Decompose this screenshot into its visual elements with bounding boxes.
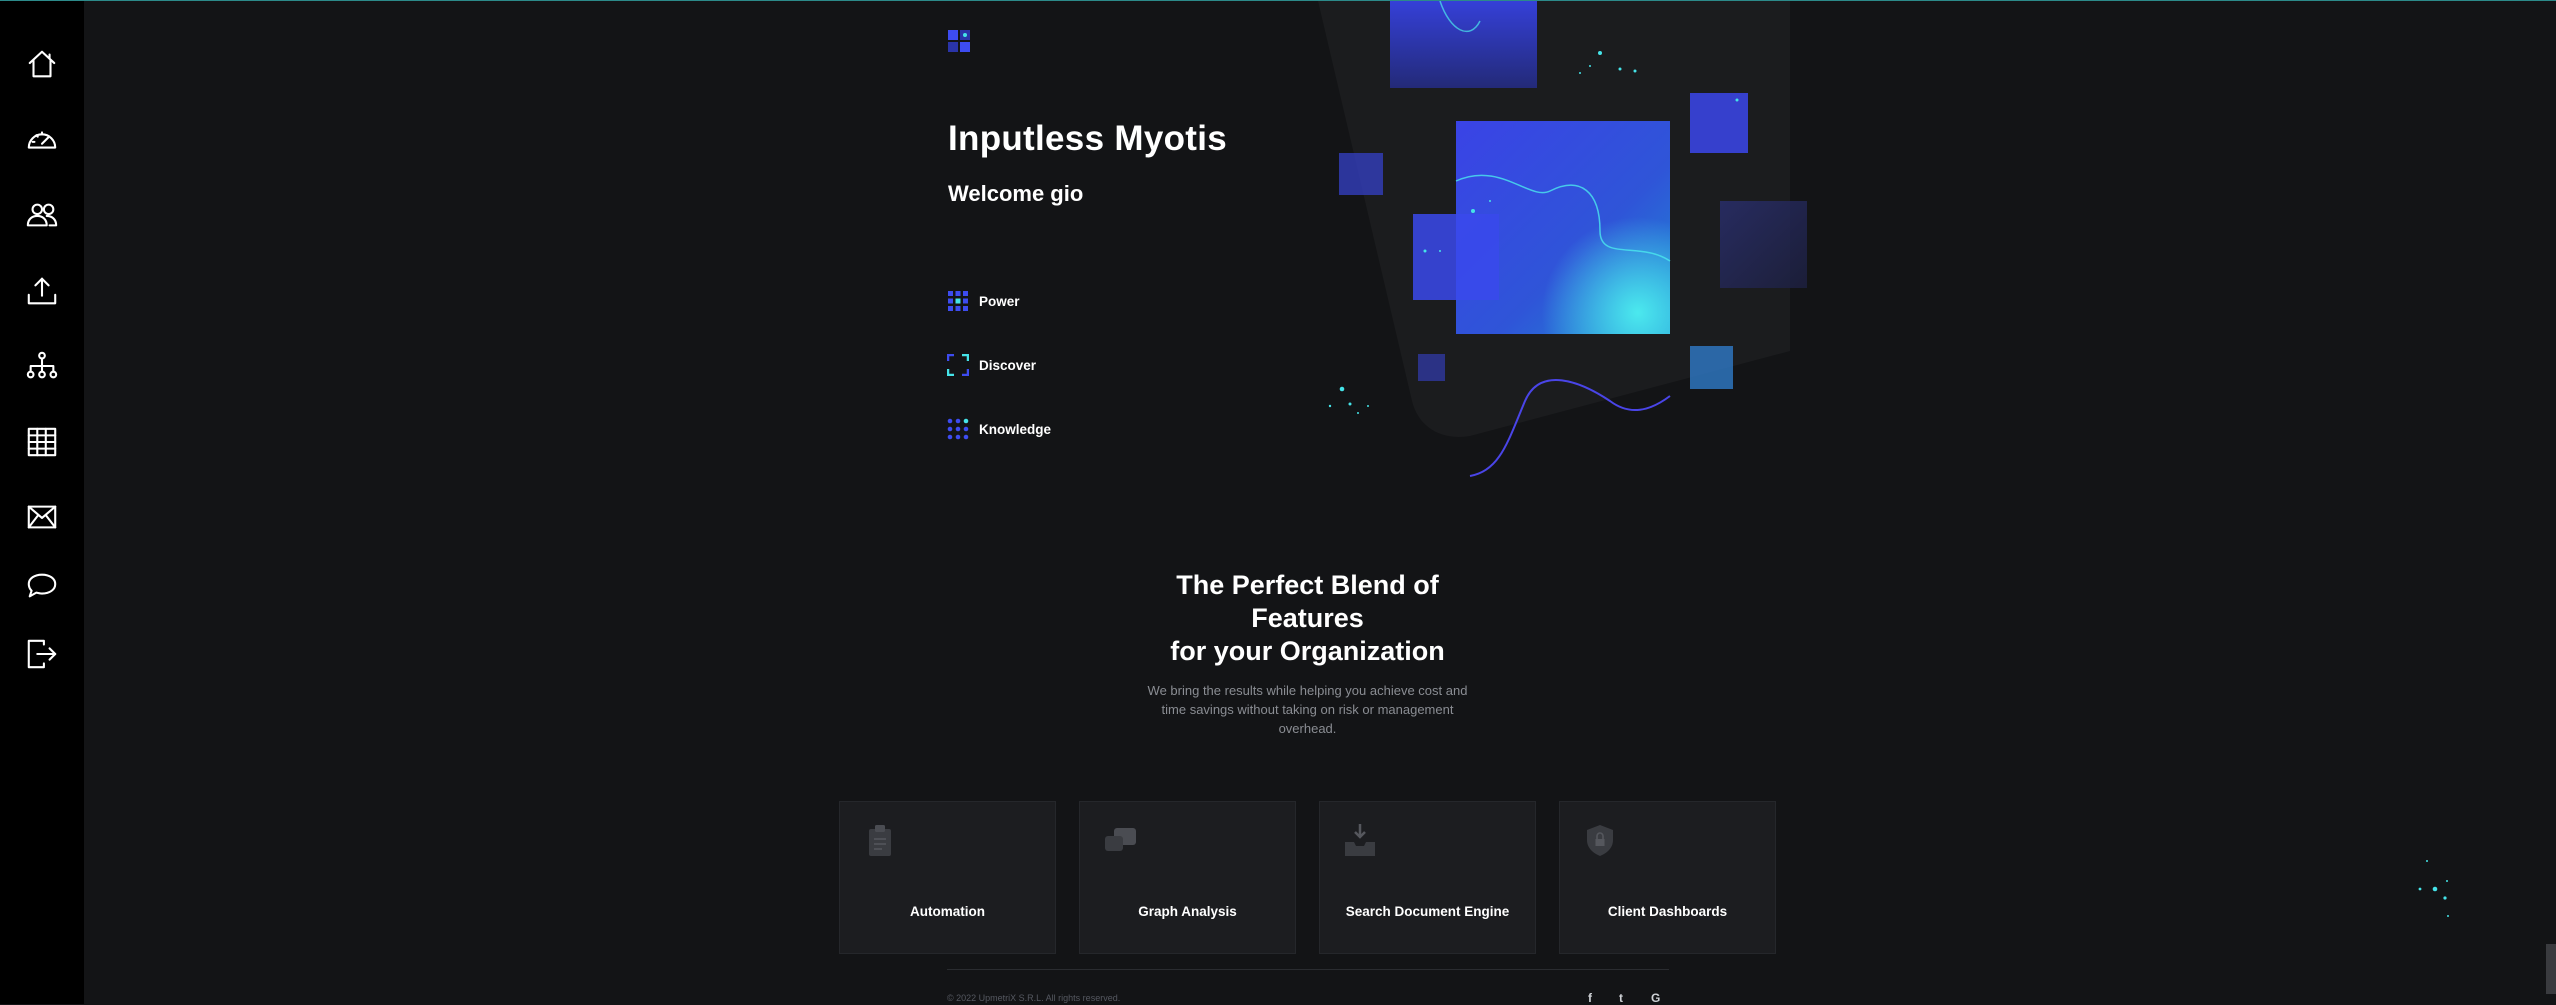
hero-illustration [1318, 1, 1807, 477]
particles-decoration [2418, 860, 2449, 917]
shield-lock-icon [1587, 825, 1613, 856]
users-icon [26, 203, 58, 227]
feature-knowledge[interactable]: Knowledge [947, 418, 1051, 440]
section-title: The Perfect Blend of Features for your O… [1110, 569, 1505, 668]
feature-label: Discover [979, 357, 1037, 373]
page-title: Inputless Myotis [948, 119, 1228, 158]
logout-icon [27, 639, 57, 669]
brand-logo-icon [948, 30, 970, 52]
section-title-line1: The Perfect Blend of [1176, 570, 1439, 600]
card-title: Client Dashboards [1607, 904, 1728, 919]
footer-divider [947, 969, 1669, 970]
gauge-icon [27, 131, 57, 149]
card-automation[interactable]: Automation [839, 801, 1056, 954]
card-client-dashboards[interactable]: Client Dashboards [1559, 801, 1776, 954]
sidebar-item-chat[interactable] [18, 562, 66, 610]
sidebar-item-home[interactable] [18, 40, 66, 88]
card-title: Graph Analysis [1138, 904, 1237, 919]
section-title-line3: for your Organization [1170, 636, 1445, 666]
feature-label: Power [979, 293, 1020, 309]
sidebar [0, 1, 84, 1004]
table-icon [27, 427, 57, 457]
clipboard-icon [869, 825, 891, 856]
sidebar-item-network[interactable] [18, 342, 66, 390]
sidebar-item-upload[interactable] [18, 267, 66, 315]
sidebar-item-logout[interactable] [18, 630, 66, 678]
feature-label: Knowledge [979, 421, 1052, 437]
grid-dots-icon [948, 291, 968, 311]
sidebar-item-users[interactable] [18, 191, 66, 239]
home-icon [28, 50, 56, 78]
section-title-line2: Features [1251, 603, 1364, 633]
chat-bubbles-icon [1105, 828, 1136, 851]
feature-power[interactable]: Power [947, 290, 1020, 312]
card-title: Automation [910, 904, 985, 919]
chat-icon [27, 573, 57, 598]
upload-icon [27, 277, 57, 305]
sidebar-item-table[interactable] [18, 418, 66, 466]
welcome-message: Welcome gio [948, 181, 1084, 206]
sidebar-item-dashboard[interactable] [18, 116, 66, 164]
card-title: Search Document Engine [1345, 904, 1510, 919]
mail-icon [27, 505, 57, 529]
section-description: We bring the results while helping you a… [1147, 683, 1468, 736]
scrollbar-thumb[interactable] [2546, 944, 2556, 994]
card-graph-analysis[interactable]: Graph Analysis [1079, 801, 1296, 954]
inbox-download-icon [1345, 824, 1375, 856]
card-search-document-engine[interactable]: Search Document Engine [1319, 801, 1536, 954]
copyright-text: © 2022 UpmetriX S.R.L. All rights reserv… [947, 993, 1121, 1003]
sidebar-item-mail[interactable] [18, 493, 66, 541]
feature-discover[interactable]: Discover [947, 354, 1036, 376]
network-icon [26, 351, 58, 379]
focus-frame-icon [947, 354, 969, 376]
dots-matrix-icon [947, 418, 969, 440]
